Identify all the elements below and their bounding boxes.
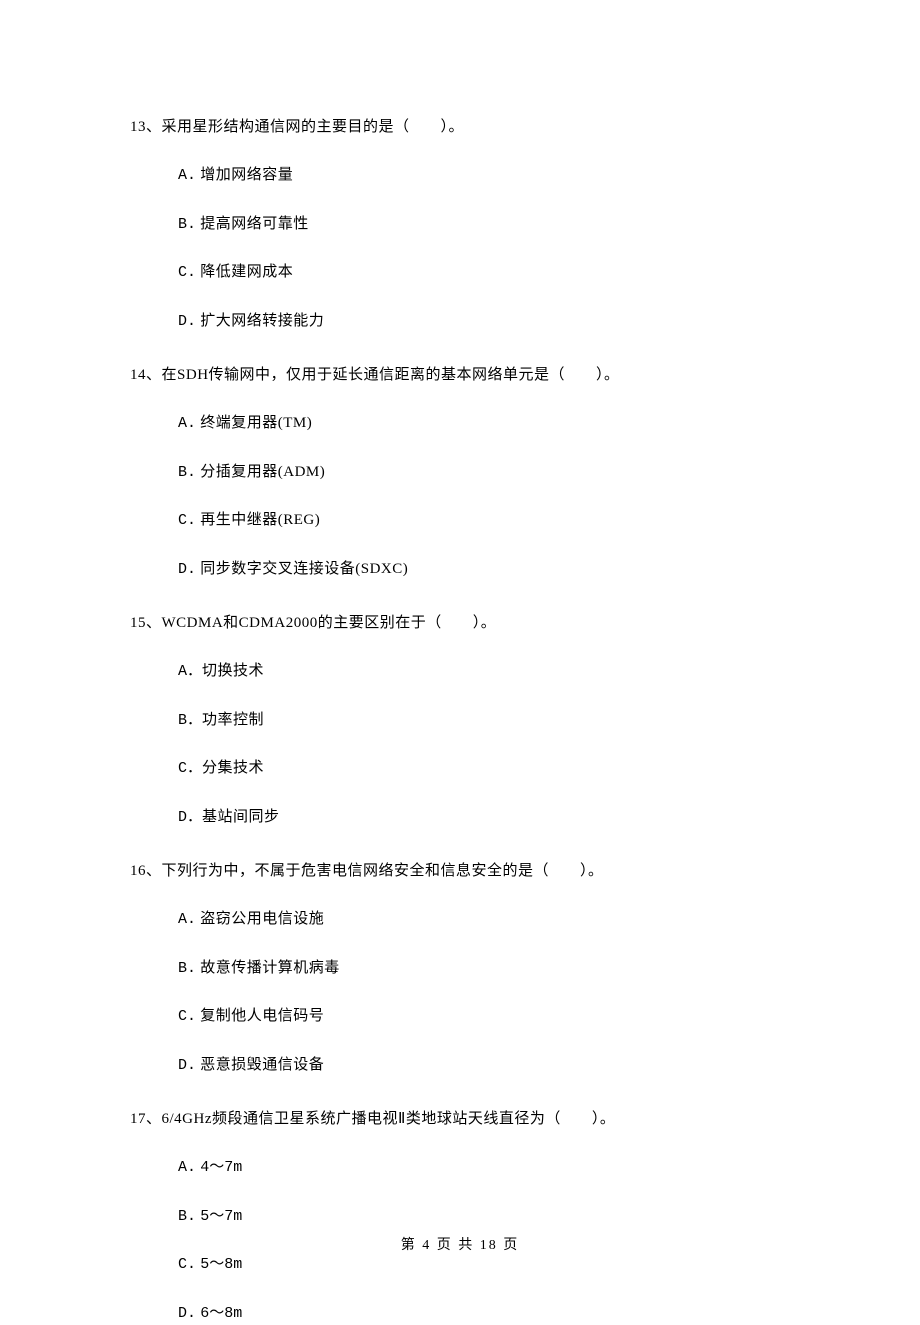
option-d: D. 6～8m [130, 1302, 790, 1325]
option-letter: D. [178, 1057, 196, 1074]
option-text: 基站间同步 [202, 809, 280, 825]
option-text: 同步数字交叉连接设备(SDXC) [200, 561, 408, 577]
option-c: C. 降低建网成本 [130, 261, 790, 285]
option-d: D. 恶意损毁通信设备 [130, 1054, 790, 1078]
question-13: 13、采用星形结构通信网的主要目的是（ ）。 A. 增加网络容量 B. 提高网络… [130, 115, 790, 333]
option-letter: A． [178, 663, 202, 680]
option-b: B. 提高网络可靠性 [130, 213, 790, 237]
option-text: 5～7m [200, 1208, 242, 1225]
question-text: 17、6/4GHz频段通信卫星系统广播电视Ⅱ类地球站天线直径为（ ）。 [130, 1107, 790, 1131]
question-text: 13、采用星形结构通信网的主要目的是（ ）。 [130, 115, 790, 139]
question-15: 15、WCDMA和CDMA2000的主要区别在于（ ）。 A．切换技术 B．功率… [130, 611, 790, 829]
option-b: B. 分插复用器(ADM) [130, 461, 790, 485]
page-footer: 第 4 页 共 18 页 [0, 1234, 920, 1254]
option-text: 降低建网成本 [200, 264, 293, 280]
option-letter: C. [178, 264, 196, 281]
option-text: 扩大网络转接能力 [200, 313, 324, 329]
option-text: 盗窃公用电信设施 [200, 911, 324, 927]
question-14: 14、在SDH传输网中，仅用于延长通信距离的基本网络单元是（ ）。 A. 终端复… [130, 363, 790, 581]
question-stem: WCDMA和CDMA2000的主要区别在于（ ）。 [162, 615, 497, 631]
page-content: 13、采用星形结构通信网的主要目的是（ ）。 A. 增加网络容量 B. 提高网络… [0, 0, 920, 1325]
option-a: A. 终端复用器(TM) [130, 412, 790, 436]
question-text: 14、在SDH传输网中，仅用于延长通信距离的基本网络单元是（ ）。 [130, 363, 790, 387]
option-text: 提高网络可靠性 [200, 216, 309, 232]
option-text: 终端复用器(TM) [200, 415, 312, 431]
option-text: 6～8m [200, 1305, 242, 1322]
option-letter: A. [178, 911, 196, 928]
option-letter: B. [178, 216, 196, 233]
option-letter: A. [178, 1159, 196, 1176]
option-text: 功率控制 [202, 712, 264, 728]
option-letter: C． [178, 760, 202, 777]
option-text: 恶意损毁通信设备 [200, 1057, 324, 1073]
question-stem: 6/4GHz频段通信卫星系统广播电视Ⅱ类地球站天线直径为（ ）。 [162, 1111, 616, 1127]
option-text: 分插复用器(ADM) [200, 464, 325, 480]
option-text: 4～7m [200, 1159, 242, 1176]
option-a: A．切换技术 [130, 660, 790, 684]
option-text: 故意传播计算机病毒 [200, 960, 340, 976]
option-a: A. 增加网络容量 [130, 164, 790, 188]
option-letter: A. [178, 415, 196, 432]
option-c: C. 5～8m [130, 1253, 790, 1277]
option-text: 复制他人电信码号 [200, 1008, 324, 1024]
question-text: 15、WCDMA和CDMA2000的主要区别在于（ ）。 [130, 611, 790, 635]
option-c: C．分集技术 [130, 757, 790, 781]
option-text: 5～8m [200, 1256, 242, 1273]
option-d: D．基站间同步 [130, 806, 790, 830]
option-a: A. 4～7m [130, 1156, 790, 1180]
question-stem: 下列行为中，不属于危害电信网络安全和信息安全的是（ ）。 [162, 863, 604, 879]
option-text: 增加网络容量 [200, 167, 293, 183]
question-number: 17、 [130, 1111, 162, 1127]
question-stem: 采用星形结构通信网的主要目的是（ ）。 [162, 119, 465, 135]
option-letter: D. [178, 313, 196, 330]
option-d: D. 同步数字交叉连接设备(SDXC) [130, 558, 790, 582]
option-letter: C. [178, 1256, 196, 1273]
option-b: B．功率控制 [130, 709, 790, 733]
option-text: 分集技术 [202, 760, 264, 776]
option-c: C. 复制他人电信码号 [130, 1005, 790, 1029]
option-b: B. 5～7m [130, 1205, 790, 1229]
question-17: 17、6/4GHz频段通信卫星系统广播电视Ⅱ类地球站天线直径为（ ）。 A. 4… [130, 1107, 790, 1325]
question-number: 15、 [130, 615, 162, 631]
option-letter: A. [178, 167, 196, 184]
option-letter: D． [178, 809, 202, 826]
question-stem: 在SDH传输网中，仅用于延长通信距离的基本网络单元是（ ）。 [162, 367, 620, 383]
option-letter: D. [178, 561, 196, 578]
option-letter: D. [178, 1305, 196, 1322]
option-letter: B. [178, 464, 196, 481]
option-letter: B. [178, 1208, 196, 1225]
option-text: 再生中继器(REG) [200, 512, 320, 528]
option-d: D. 扩大网络转接能力 [130, 310, 790, 334]
option-c: C. 再生中继器(REG) [130, 509, 790, 533]
option-letter: C. [178, 1008, 196, 1025]
option-letter: C. [178, 512, 196, 529]
option-letter: B． [178, 712, 202, 729]
option-a: A. 盗窃公用电信设施 [130, 908, 790, 932]
option-b: B. 故意传播计算机病毒 [130, 957, 790, 981]
question-number: 14、 [130, 367, 162, 383]
option-text: 切换技术 [202, 663, 264, 679]
question-16: 16、下列行为中，不属于危害电信网络安全和信息安全的是（ ）。 A. 盗窃公用电… [130, 859, 790, 1077]
option-letter: B. [178, 960, 196, 977]
question-number: 16、 [130, 863, 162, 879]
question-number: 13、 [130, 119, 162, 135]
question-text: 16、下列行为中，不属于危害电信网络安全和信息安全的是（ ）。 [130, 859, 790, 883]
